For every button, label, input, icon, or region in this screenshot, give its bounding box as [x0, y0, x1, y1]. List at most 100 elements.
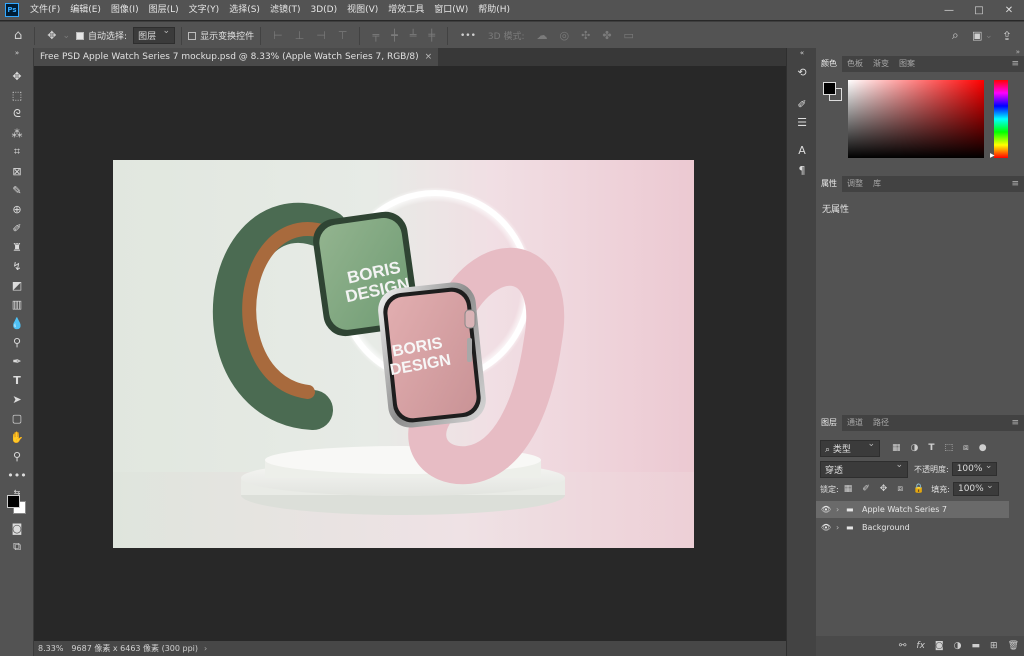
lock-image-icon[interactable]: ✐	[862, 484, 870, 494]
document-canvas[interactable]: BORIS DESIGN BORIS DESIGN	[113, 160, 694, 548]
clone-stamp-tool-icon[interactable]: ♜	[8, 239, 26, 255]
tab-swatches[interactable]: 色板	[842, 56, 868, 72]
minimize-button[interactable]: —	[934, 0, 964, 20]
eye-icon[interactable]: 👁	[816, 505, 836, 514]
photoshop-logo-icon[interactable]: Ps	[5, 3, 19, 17]
menu-type[interactable]: 文字(Y)	[184, 0, 225, 20]
healing-brush-tool-icon[interactable]: ⊕	[8, 201, 26, 217]
fill-input[interactable]: 100%	[952, 481, 999, 496]
filter-adjustment-icon[interactable]: ◑	[911, 443, 919, 453]
close-window-button[interactable]: ✕	[994, 0, 1024, 20]
tab-layers[interactable]: 图层	[816, 415, 842, 431]
show-transform-checkbox[interactable]	[188, 31, 197, 40]
chevron-down-icon[interactable]: ⌄	[62, 31, 70, 41]
edit-toolbar-icon[interactable]: •••	[7, 467, 26, 483]
share-icon[interactable]: ⇪	[1002, 29, 1012, 43]
filter-shape-icon[interactable]: ⬚	[945, 443, 954, 453]
restore-button[interactable]: □	[964, 0, 994, 20]
eye-icon[interactable]: 👁	[816, 523, 836, 532]
search-icon[interactable]: ⌕	[952, 28, 959, 43]
more-options-button[interactable]: •••	[460, 31, 476, 41]
menu-file[interactable]: 文件(F)	[25, 0, 65, 20]
pen-tool-icon[interactable]: ✒	[8, 353, 26, 369]
panel-menu-icon[interactable]: ≡	[1011, 418, 1019, 428]
layer-filter-kind-dropdown[interactable]: ⌕ 类型	[820, 439, 880, 457]
tab-adjustments[interactable]: 调整	[842, 176, 868, 192]
color-picker-field[interactable]	[848, 80, 984, 158]
new-layer-icon[interactable]: ⊞	[990, 641, 998, 651]
align-right-icon[interactable]: ⊣	[316, 29, 326, 42]
close-tab-icon[interactable]: ×	[425, 52, 433, 62]
align-top-icon[interactable]: ⊤	[338, 29, 348, 42]
path-selection-tool-icon[interactable]: ➤	[8, 391, 26, 407]
auto-select-checkbox[interactable]	[76, 31, 85, 40]
add-mask-icon[interactable]: ◙	[935, 641, 944, 651]
menu-plugins[interactable]: 增效工具	[383, 0, 429, 20]
align-center-icon[interactable]: ⊥	[295, 29, 305, 42]
collapse-toolbar-icon[interactable]: »	[8, 49, 26, 57]
tab-gradients[interactable]: 渐变	[868, 56, 894, 72]
hand-tool-icon[interactable]: ✋	[8, 429, 26, 445]
paragraph-panel-icon[interactable]: ¶	[794, 162, 810, 178]
character-panel-icon[interactable]: A	[794, 142, 810, 158]
magic-wand-tool-icon[interactable]: ⁂	[8, 125, 26, 141]
menu-image[interactable]: 图像(I)	[106, 0, 144, 20]
foreground-color-chip[interactable]	[823, 82, 836, 95]
brush-tool-icon[interactable]: ✐	[8, 220, 26, 236]
collapse-strip-icon[interactable]: «	[794, 48, 810, 58]
link-layers-icon[interactable]: ⚯	[899, 641, 907, 651]
menu-edit[interactable]: 编辑(E)	[65, 0, 106, 20]
chevron-right-icon[interactable]: ›	[836, 523, 846, 532]
align-left-icon[interactable]: ⊢	[273, 29, 283, 42]
adjustment-layer-icon[interactable]: ◑	[954, 641, 962, 651]
filter-pixel-icon[interactable]: ▦	[892, 443, 901, 453]
menu-view[interactable]: 视图(V)	[342, 0, 383, 20]
lock-artboard-icon[interactable]: ⧈	[897, 484, 903, 494]
chevron-down-icon[interactable]: ⌄	[985, 31, 993, 41]
3d-roll-icon[interactable]: ◎	[559, 29, 569, 42]
chevron-right-icon[interactable]: ›	[204, 644, 207, 653]
marquee-tool-icon[interactable]: ⬚	[8, 87, 26, 103]
auto-select-target-dropdown[interactable]: 图层	[133, 26, 176, 44]
history-brush-tool-icon[interactable]: ↯	[8, 258, 26, 274]
layer-row-apple-watch[interactable]: 👁 › ▬ Apple Watch Series 7	[816, 501, 1009, 518]
brush-settings-icon[interactable]: ✐	[794, 96, 810, 112]
home-icon[interactable]: ⌂	[14, 28, 22, 43]
eraser-tool-icon[interactable]: ◩	[8, 277, 26, 293]
collapse-panels-icon[interactable]: »	[1016, 48, 1020, 56]
adjustments-panel-icon[interactable]: ☰	[794, 114, 810, 130]
hue-slider-handle-icon[interactable]: ▶	[990, 152, 995, 159]
blur-tool-icon[interactable]: 💧	[8, 315, 26, 331]
distribute-horizontal-icon[interactable]: ╪	[428, 29, 435, 42]
panel-menu-icon[interactable]: ≡	[1011, 59, 1019, 69]
zoom-tool-icon[interactable]: ⚲	[8, 448, 26, 464]
menu-filter[interactable]: 滤镜(T)	[265, 0, 306, 20]
workspace-icon[interactable]: ▣	[972, 29, 982, 42]
filter-type-icon[interactable]: T	[928, 443, 934, 453]
distribute-bottom-icon[interactable]: ╧	[410, 29, 417, 42]
distribute-middle-icon[interactable]: ┿	[391, 29, 398, 42]
lock-position-icon[interactable]: ✥	[880, 484, 888, 494]
quick-mask-icon[interactable]: ◙	[8, 520, 26, 536]
lock-transparent-icon[interactable]: ▦	[844, 484, 853, 494]
zoom-level[interactable]: 8.33%	[38, 644, 63, 653]
blend-mode-dropdown[interactable]: 穿透	[820, 460, 908, 478]
opacity-input[interactable]: 100%	[951, 461, 998, 476]
lasso-tool-icon[interactable]: ᘓ	[8, 106, 26, 122]
move-tool-icon[interactable]: ✥	[47, 29, 56, 42]
hue-slider[interactable]	[994, 80, 1008, 158]
tab-properties[interactable]: 属性	[816, 176, 842, 192]
filter-smart-object-icon[interactable]: ⧈	[963, 443, 969, 453]
foreground-color-swatch[interactable]	[7, 495, 20, 508]
tab-libraries[interactable]: 库	[868, 176, 886, 192]
3d-drag-icon[interactable]: ✣	[581, 29, 590, 42]
menu-help[interactable]: 帮助(H)	[473, 0, 515, 20]
menu-window[interactable]: 窗口(W)	[429, 0, 473, 20]
history-panel-icon[interactable]: ⟲	[794, 64, 810, 80]
filter-toggle-icon[interactable]: ●	[979, 443, 987, 453]
3d-camera-icon[interactable]: ▭	[624, 29, 634, 42]
eyedropper-tool-icon[interactable]: ✎	[8, 182, 26, 198]
tab-channels[interactable]: 通道	[842, 415, 868, 431]
screen-mode-icon[interactable]: ⧉	[8, 539, 26, 555]
menu-select[interactable]: 选择(S)	[224, 0, 265, 20]
